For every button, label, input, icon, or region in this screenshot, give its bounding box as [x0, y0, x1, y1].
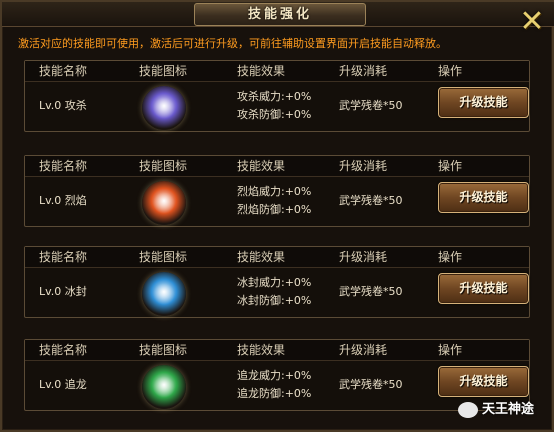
watermark-text: 天王神途 [482, 402, 535, 417]
upgrade-skill-button[interactable]: 升级技能 [438, 366, 529, 397]
skill-effect-power: 追龙威力:+0% [237, 369, 312, 382]
skill-panel-1: 技能名称 技能图标 技能效果 升级消耗 操作 Lv.0 攻杀 攻杀威力:+0% … [24, 60, 530, 132]
skill-name: Lv.0 攻杀 [39, 99, 87, 112]
header-icon: 技能图标 [139, 250, 188, 264]
header-cost: 升级消耗 [339, 250, 388, 264]
header-effect: 技能效果 [237, 64, 286, 78]
header-effect: 技能效果 [237, 343, 286, 357]
header-cost: 升级消耗 [339, 343, 388, 357]
skill-name: Lv.0 烈焰 [39, 194, 87, 207]
header-effect: 技能效果 [237, 159, 286, 173]
upgrade-skill-button[interactable]: 升级技能 [438, 87, 529, 118]
skill-panel-4: 技能名称 技能图标 技能效果 升级消耗 操作 Lv.0 追龙 追龙威力:+0% … [24, 339, 530, 411]
upgrade-cost: 武学残卷*50 [339, 285, 403, 298]
watermark: 天王神途 [458, 398, 534, 422]
bingfeng-skill-icon[interactable] [142, 272, 186, 316]
header-name: 技能名称 [39, 64, 88, 78]
lieyan-skill-icon[interactable] [142, 181, 186, 225]
skill-effect-defense: 追龙防御:+0% [237, 387, 312, 400]
header-icon: 技能图标 [139, 343, 188, 357]
panel-header: 技能名称 技能图标 技能效果 升级消耗 操作 [25, 247, 529, 268]
header-name: 技能名称 [39, 343, 88, 357]
skill-effect-defense: 烈焰防御:+0% [237, 203, 312, 216]
upgrade-skill-button[interactable]: 升级技能 [438, 273, 529, 304]
header-name: 技能名称 [39, 159, 88, 173]
close-icon[interactable]: ✕ [517, 7, 547, 37]
gongsha-skill-icon[interactable] [142, 86, 186, 130]
skill-effect-defense: 攻杀防御:+0% [237, 108, 312, 121]
upgrade-cost: 武学残卷*50 [339, 378, 403, 391]
skill-effect-defense: 冰封防御:+0% [237, 294, 312, 307]
header-action: 操作 [438, 64, 463, 78]
header-icon: 技能图标 [139, 64, 188, 78]
panel-header: 技能名称 技能图标 技能效果 升级消耗 操作 [25, 156, 529, 177]
skill-effect-power: 攻杀威力:+0% [237, 90, 312, 103]
upgrade-skill-button[interactable]: 升级技能 [438, 182, 529, 213]
skill-effect-power: 冰封威力:+0% [237, 276, 312, 289]
zhuilong-skill-icon[interactable] [142, 365, 186, 409]
header-effect: 技能效果 [237, 250, 286, 264]
wechat-icon [458, 401, 478, 418]
skill-name: Lv.0 追龙 [39, 378, 87, 391]
header-cost: 升级消耗 [339, 159, 388, 173]
notice-text: 激活对应的技能即可使用，激活后可进行升级，可前往辅助设置界面开启技能自动释放。 [18, 37, 447, 50]
header-action: 操作 [438, 343, 463, 357]
panel-header: 技能名称 技能图标 技能效果 升级消耗 操作 [25, 340, 529, 361]
skill-panel-2: 技能名称 技能图标 技能效果 升级消耗 操作 Lv.0 烈焰 烈焰威力:+0% … [24, 155, 530, 227]
upgrade-cost: 武学残卷*50 [339, 99, 403, 112]
panel-header: 技能名称 技能图标 技能效果 升级消耗 操作 [25, 61, 529, 82]
header-action: 操作 [438, 159, 463, 173]
header-icon: 技能图标 [139, 159, 188, 173]
upgrade-cost: 武学残卷*50 [339, 194, 403, 207]
skill-name: Lv.0 冰封 [39, 285, 87, 298]
header-action: 操作 [438, 250, 463, 264]
skill-effect-power: 烈焰威力:+0% [237, 185, 312, 198]
skill-panel-3: 技能名称 技能图标 技能效果 升级消耗 操作 Lv.0 冰封 冰封威力:+0% … [24, 246, 530, 318]
skill-enhance-window: 技能强化 ✕ 激活对应的技能即可使用，激活后可进行升级，可前往辅助设置界面开启技… [0, 0, 554, 432]
header-cost: 升级消耗 [339, 64, 388, 78]
header-name: 技能名称 [39, 250, 88, 264]
window-title: 技能强化 [194, 3, 366, 26]
title-bar[interactable]: 技能强化 [2, 2, 554, 27]
